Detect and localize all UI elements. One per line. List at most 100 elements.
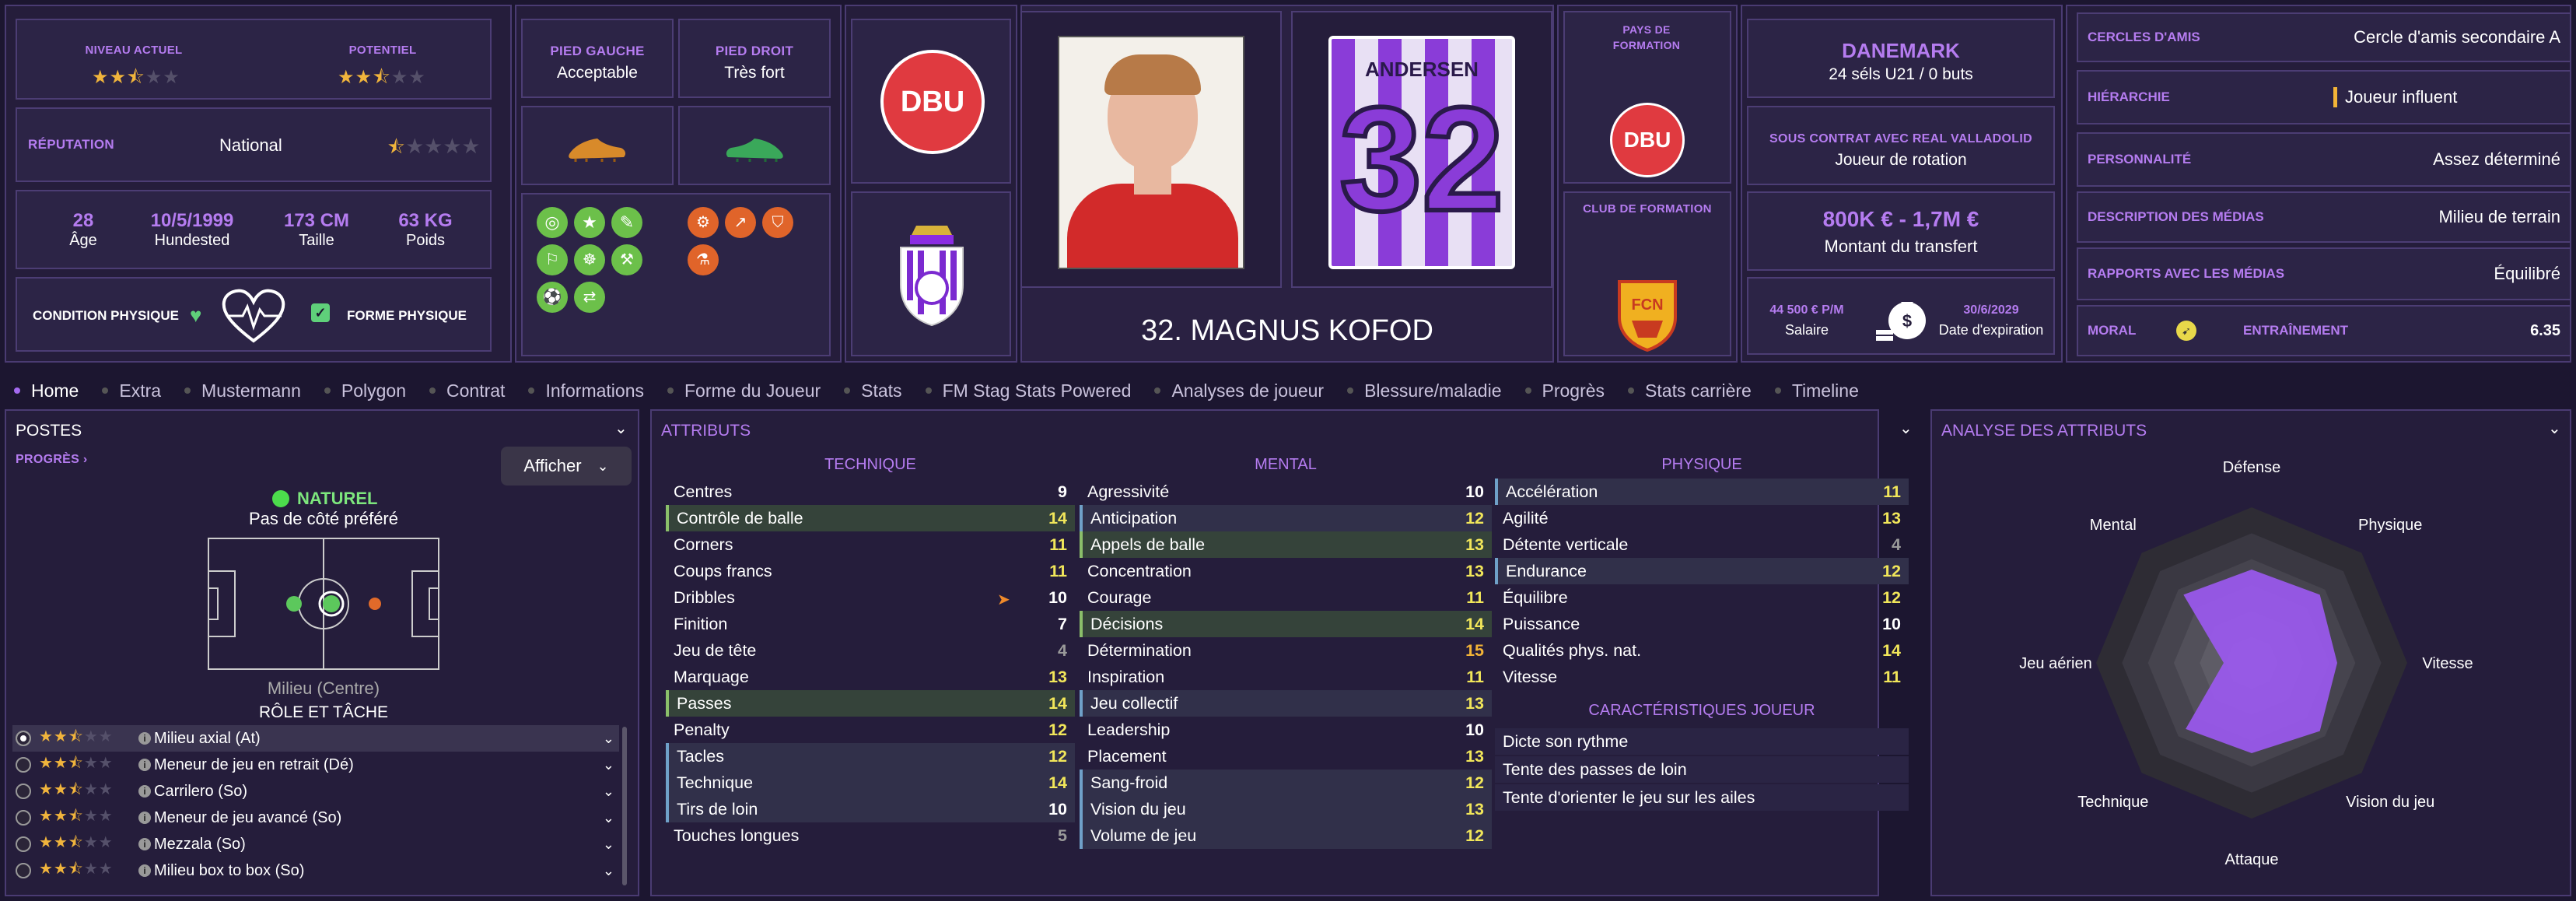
attribute-row[interactable]: Centres 9 [666,479,1075,505]
attribute-row[interactable]: Agilité 13 [1495,505,1909,531]
attribute-row[interactable]: Puissance 10 [1495,611,1909,637]
role-name: Carrilero (So) [154,782,248,800]
attribute-row[interactable]: Coups francs 11 [666,558,1075,584]
role-row[interactable]: ★★⯪★★ i Meneur de jeu avancé (So) ⌄ [12,805,619,831]
wage-label: Salaire [1784,322,1829,338]
role-radio[interactable] [16,810,31,826]
attribute-row[interactable]: Passes 14 [666,690,1075,717]
tab-polygon[interactable]: Polygon [324,380,406,401]
trait-icon-handshake[interactable]: ⇄ [574,282,605,313]
role-expand-icon[interactable]: ⌄ [603,784,614,800]
trait-icon-trend[interactable]: ↗ [725,207,756,238]
role-radio[interactable] [16,784,31,799]
role-expand-icon[interactable]: ⌄ [603,731,614,747]
attributes-collapse-icon[interactable]: ⌄ [1899,419,1913,438]
role-row[interactable]: ★★⯪★★ i Mezzala (So) ⌄ [12,831,619,857]
tab-fm-stag-stats-powered[interactable]: FM Stag Stats Powered [925,380,1131,401]
tab-forme-du-joueur[interactable]: Forme du Joueur [667,380,821,401]
tab-progr-s[interactable]: Progrès [1524,380,1605,401]
attribute-row[interactable]: Touches longues 5 [666,822,1075,849]
trait-icon-sprint[interactable]: ⚐ [537,244,568,275]
progress-link[interactable]: PROGRÈS › [16,453,88,467]
attribute-row[interactable]: Jeu collectif 13 [1080,690,1492,717]
tab-extra[interactable]: Extra [102,380,161,401]
trait-icon-shield[interactable]: ⛉ [762,207,793,238]
attribute-row[interactable]: Concentration 13 [1080,558,1492,584]
trait-row[interactable]: Tente des passes de loin [1495,756,1909,783]
attribute-row[interactable]: Vitesse 11 [1495,664,1909,690]
attribute-row[interactable]: Inspiration 11 [1080,664,1492,690]
trait-row[interactable]: Tente d'orienter le jeu sur les ailes [1495,784,1909,811]
attribute-row[interactable]: Équilibre 12 [1495,584,1909,611]
trait-icon-star[interactable]: ★ [574,207,605,238]
role-row[interactable]: ★★⯪★★ i Milieu axial (At) ⌄ [12,725,619,752]
tab-contrat[interactable]: Contrat [429,380,505,401]
attribute-value: 13 [1465,561,1484,580]
attribute-row[interactable]: Anticipation 12 [1080,505,1492,531]
tab-stats[interactable]: Stats [844,380,902,401]
info-icon[interactable]: i [138,732,151,745]
attribute-row[interactable]: Penalty 12 [666,717,1075,743]
roles-scrollbar[interactable] [622,727,627,885]
tab-mustermann[interactable]: Mustermann [184,380,301,401]
attribute-row[interactable]: Dribbles 10 [666,584,1075,611]
attribute-row[interactable]: Accélération 11 [1495,479,1909,505]
role-radio[interactable] [16,836,31,852]
role-row[interactable]: ★★⯪★★ i Carrilero (So) ⌄ [12,778,619,805]
attribute-row[interactable]: Leadership 10 [1080,717,1492,743]
attribute-row[interactable]: Détente verticale 4 [1495,531,1909,558]
info-icon[interactable]: i [138,759,151,771]
attribute-row[interactable]: Courage 11 [1080,584,1492,611]
role-row[interactable]: ★★⯪★★ i Meneur de jeu en retrait (Dé) ⌄ [12,752,619,778]
info-icon[interactable]: i [138,864,151,877]
role-row[interactable]: ★★⯪★★ i Milieu box to box (So) ⌄ [12,857,619,884]
attribute-value: 11 [1883,482,1901,501]
attribute-row[interactable]: Volume de jeu 12 [1080,822,1492,849]
info-icon[interactable]: i [138,785,151,798]
info-icon[interactable]: i [138,838,151,850]
info-icon[interactable]: i [138,812,151,824]
attribute-row[interactable]: Vision du jeu 13 [1080,796,1492,822]
tab-timeline[interactable]: Timeline [1774,380,1859,401]
attribute-row[interactable]: Tacles 12 [666,743,1075,770]
radar-axis-label: Défense [2223,459,2281,476]
trait-icon-target[interactable]: ◎ [537,207,568,238]
role-expand-icon[interactable]: ⌄ [603,863,614,879]
attribute-row[interactable]: Jeu de tête 4 [666,637,1075,664]
role-expand-icon[interactable]: ⌄ [603,836,614,853]
role-expand-icon[interactable]: ⌄ [603,810,614,826]
tab-blessure-maladie[interactable]: Blessure/maladie [1347,380,1502,401]
attribute-row[interactable]: Finition 7 [666,611,1075,637]
role-radio[interactable] [16,731,31,746]
attribute-row[interactable]: Placement 13 [1080,743,1492,770]
attribute-row[interactable]: Technique 14 [666,770,1075,796]
attribute-row[interactable]: Détermination 15 [1080,637,1492,664]
attribute-row[interactable]: Marquage 13 [666,664,1075,690]
trait-icon-pencil[interactable]: ✎ [611,207,642,238]
role-radio[interactable] [16,863,31,878]
positions-collapse-icon[interactable]: ⌄ [614,419,628,438]
attribute-row[interactable]: Endurance 12 [1495,558,1909,584]
tab-stats-carri-re[interactable]: Stats carrière [1628,380,1752,401]
attribute-row[interactable]: Appels de balle 13 [1080,531,1492,558]
role-radio[interactable] [16,757,31,773]
trait-icon-ball[interactable]: ⚽ [537,282,568,313]
attribute-row[interactable]: Qualités phys. nat. 14 [1495,637,1909,664]
trait-icon-brain[interactable]: ☸ [574,244,605,275]
trait-icon-flask[interactable]: ⚗ [688,244,719,275]
show-dropdown[interactable]: Afficher ⌄ [501,447,632,486]
trait-row[interactable]: Dicte son rythme [1495,728,1909,755]
role-expand-icon[interactable]: ⌄ [603,757,614,773]
trait-icon-gear[interactable]: ⚙ [688,207,719,238]
attribute-row[interactable]: Sang-froid 12 [1080,770,1492,796]
attribute-row[interactable]: Corners 11 [666,531,1075,558]
attribute-row[interactable]: Contrôle de balle 14 [666,505,1075,531]
attribute-row[interactable]: Décisions 14 [1080,611,1492,637]
trait-icon-tools[interactable]: ⚒ [611,244,642,275]
attribute-row[interactable]: Tirs de loin 10 [666,796,1075,822]
analysis-collapse-icon[interactable]: ⌄ [2548,419,2561,438]
tab-informations[interactable]: Informations [528,380,644,401]
attribute-row[interactable]: Agressivité 10 [1080,479,1492,505]
tab-home[interactable]: Home [14,380,79,401]
tab-analyses-de-joueur[interactable]: Analyses de joueur [1154,380,1324,401]
